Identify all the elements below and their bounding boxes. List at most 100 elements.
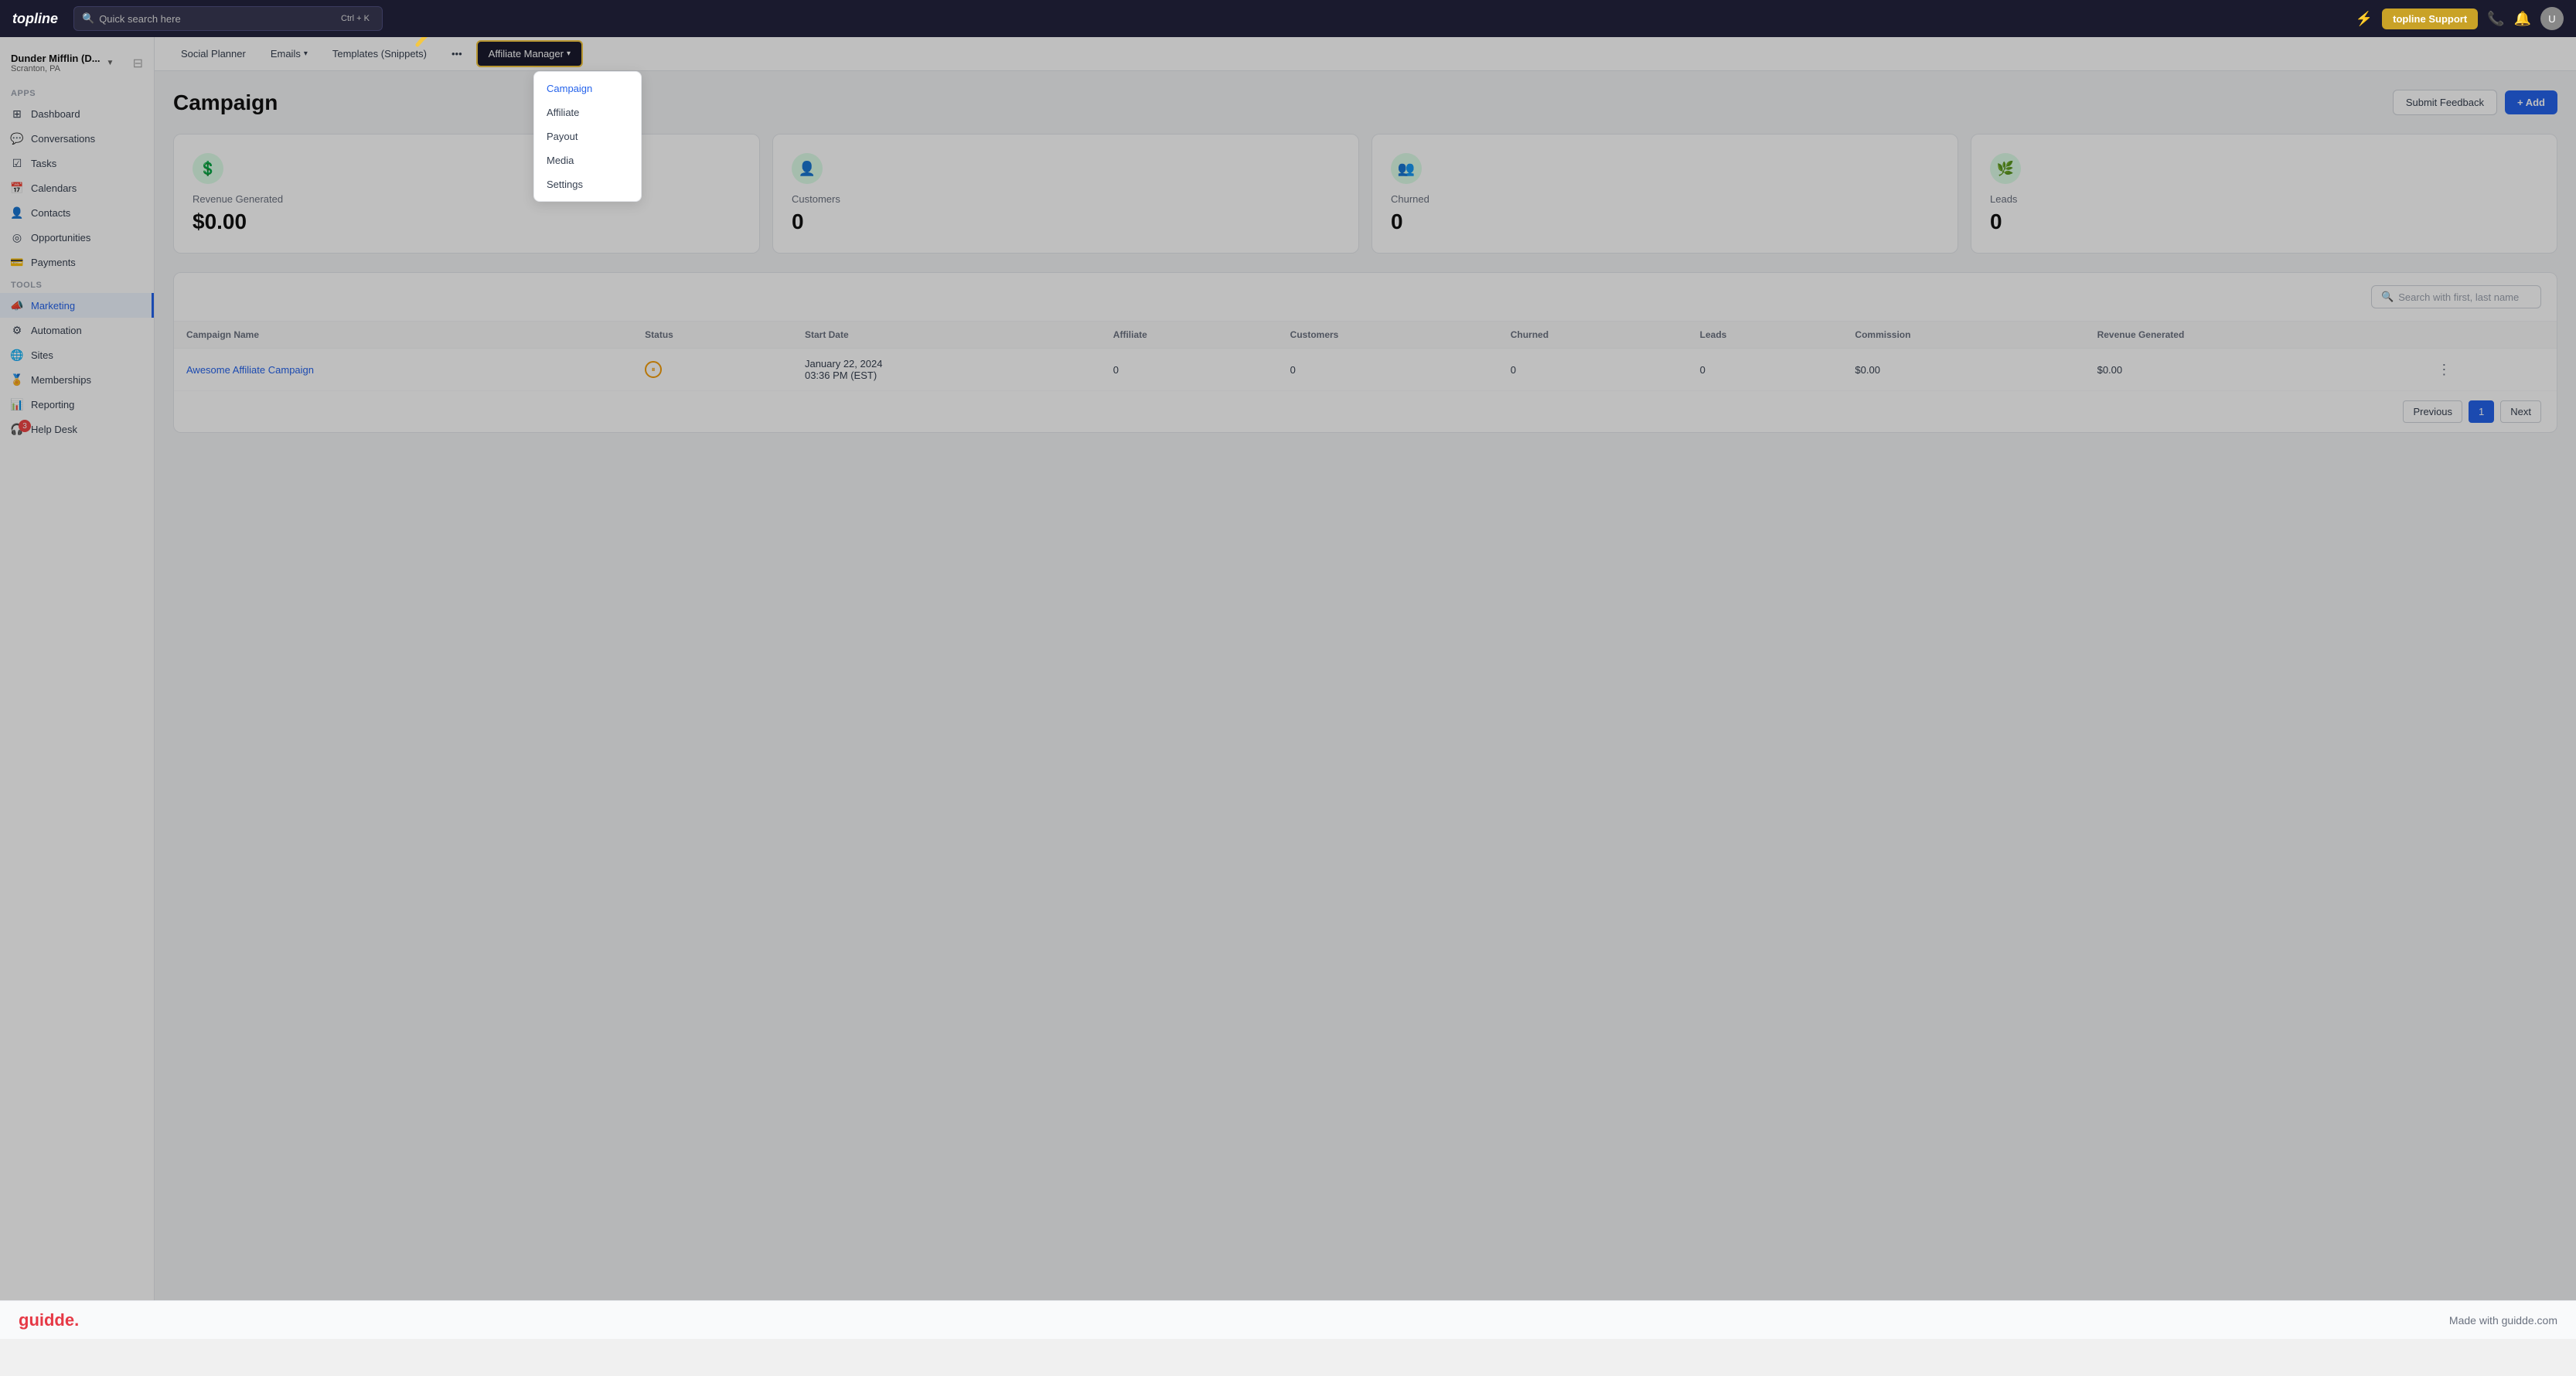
phone-icon[interactable]: 📞 [2487, 11, 2504, 27]
subnav-label: Affiliate Manager [489, 48, 564, 60]
affiliate-manager-chevron-icon: ▾ [567, 49, 571, 58]
status-cell: ⏸ [632, 349, 792, 391]
support-button[interactable]: topline Support [2382, 9, 2478, 29]
sidebar: Dunder Mifflin (D... Scranton, PA ▼ ⊟ Ap… [0, 37, 155, 1300]
campaign-name-link[interactable]: Awesome Affiliate Campaign [186, 364, 314, 376]
start-date-cell: January 22, 2024 03:36 PM (EST) [792, 349, 1101, 391]
submit-feedback-button[interactable]: Submit Feedback [2393, 90, 2497, 115]
revenue-cell: $0.00 [2085, 349, 2422, 391]
row-actions-button[interactable]: ⋮ [2434, 362, 2454, 378]
pagination: Previous 1 Next [174, 391, 2557, 432]
subnav-templates[interactable]: Templates (Snippets) [322, 42, 438, 66]
sidebar-item-marketing[interactable]: 📣 Marketing [0, 293, 154, 318]
churned-cell: 0 [1498, 349, 1688, 391]
tasks-icon: ☑ [11, 157, 23, 169]
notification-icon[interactable]: 🔔 [2514, 11, 2531, 27]
subnav-more-dots[interactable]: ••• [441, 42, 473, 66]
sidebar-item-conversations[interactable]: 💬 Conversations [0, 126, 154, 151]
dropdown-item-campaign[interactable]: Campaign [534, 77, 641, 100]
customers-cell: 0 [1278, 349, 1498, 391]
th-actions [2421, 322, 2557, 349]
leads-cell: 0 [1688, 349, 1843, 391]
payments-icon: 💳 [11, 256, 23, 268]
table-search[interactable]: 🔍 Search with first, last name [2371, 285, 2541, 308]
main-content: Social Planner Emails ▾ Templates (Snipp… [155, 37, 2576, 1300]
sidebar-item-label: Opportunities [31, 232, 90, 244]
sidebar-item-opportunities[interactable]: ◎ Opportunities [0, 225, 154, 250]
th-leads: Leads [1688, 322, 1843, 349]
sidebar-item-label: Automation [31, 325, 82, 336]
th-customers: Customers [1278, 322, 1498, 349]
sidebar-item-label: Help Desk [31, 424, 77, 435]
table-header-row: Campaign Name Status Start Date Affiliat… [174, 322, 2557, 349]
dropdown-item-settings[interactable]: Settings [534, 172, 641, 196]
sidebar-item-label: Sites [31, 349, 53, 361]
tools-section-label: Tools [0, 274, 154, 293]
sidebar-item-memberships[interactable]: 🏅 Memberships [0, 367, 154, 392]
subnav-emails[interactable]: Emails ▾ [260, 42, 319, 66]
next-button[interactable]: Next [2500, 400, 2541, 423]
campaign-table: Campaign Name Status Start Date Affiliat… [174, 322, 2557, 391]
sidebar-item-sites[interactable]: 🌐 Sites [0, 342, 154, 367]
leads-icon: 🌿 [1990, 153, 2021, 184]
th-commission: Commission [1842, 322, 2084, 349]
search-icon: 🔍 [82, 12, 94, 25]
dropdown-item-affiliate[interactable]: Affiliate [534, 100, 641, 124]
sidebar-item-helpdesk[interactable]: 🎧 Help Desk 3 [0, 417, 154, 441]
subnav-social-planner[interactable]: Social Planner [170, 42, 257, 66]
sub-navigation: Social Planner Emails ▾ Templates (Snipp… [155, 37, 2576, 71]
churned-icon: 👥 [1391, 153, 1422, 184]
table-toolbar: 🔍 Search with first, last name [174, 273, 2557, 322]
app-logo: topline [12, 11, 58, 27]
thunder-icon[interactable]: ⚡ [2356, 11, 2373, 27]
table-row: Awesome Affiliate Campaign ⏸ January 22,… [174, 349, 2557, 391]
sidebar-item-tasks[interactable]: ☑ Tasks [0, 151, 154, 175]
conversations-icon: 💬 [11, 132, 23, 145]
sidebar-item-label: Reporting [31, 399, 74, 410]
campaign-table-section: 🔍 Search with first, last name Campaign … [173, 272, 2557, 433]
sidebar-item-label: Payments [31, 257, 76, 268]
page-1-button[interactable]: 1 [2469, 400, 2494, 423]
stats-row: 💲 Revenue Generated $0.00 👤 Customers 0 … [173, 134, 2557, 254]
workspace-chevron-icon: ▼ [107, 59, 114, 67]
sidebar-item-label: Dashboard [31, 108, 80, 120]
sidebar-item-dashboard[interactable]: ⊞ Dashboard [0, 101, 154, 126]
top-navigation: topline 🔍 Quick search here Ctrl + K ⚡ t… [0, 0, 2576, 37]
subnav-affiliate-manager[interactable]: Affiliate Manager ▾ [476, 40, 583, 67]
dashboard-icon: ⊞ [11, 107, 23, 120]
memberships-icon: 🏅 [11, 373, 23, 386]
avatar[interactable]: U [2540, 7, 2564, 30]
search-placeholder: Search with first, last name [2398, 291, 2519, 303]
sidebar-item-label: Marketing [31, 300, 75, 312]
add-button[interactable]: + Add [2505, 90, 2557, 114]
stat-label-customers: Customers [792, 193, 1340, 205]
dropdown-item-media[interactable]: Media [534, 148, 641, 172]
date-primary: January 22, 2024 [805, 358, 1089, 370]
calendars-icon: 📅 [11, 182, 23, 194]
stat-value-customers: 0 [792, 209, 1340, 234]
sites-icon: 🌐 [11, 349, 23, 361]
sidebar-item-calendars[interactable]: 📅 Calendars [0, 175, 154, 200]
sidebar-item-reporting[interactable]: 📊 Reporting [0, 392, 154, 417]
sidebar-collapse-button[interactable]: ⊟ [133, 56, 143, 71]
emails-chevron-icon: ▾ [304, 49, 308, 58]
sidebar-item-label: Memberships [31, 374, 91, 386]
workspace-selector[interactable]: Dunder Mifflin (D... Scranton, PA ▼ ⊟ [0, 49, 154, 83]
search-icon: 🔍 [2381, 291, 2394, 303]
sidebar-item-automation[interactable]: ⚙ Automation [0, 318, 154, 342]
search-bar[interactable]: 🔍 Quick search here Ctrl + K [73, 6, 383, 31]
sidebar-item-contacts[interactable]: 👤 Contacts [0, 200, 154, 225]
stat-value-leads: 0 [1990, 209, 2538, 234]
footer-credit: Made with guidde.com [2449, 1314, 2557, 1327]
revenue-icon: 💲 [193, 153, 223, 184]
stat-card-churned: 👥 Churned 0 [1371, 134, 1958, 254]
reporting-icon: 📊 [11, 398, 23, 410]
guidde-logo: guidde. [19, 1310, 79, 1330]
dropdown-item-payout[interactable]: Payout [534, 124, 641, 148]
sidebar-item-label: Tasks [31, 158, 56, 169]
previous-button[interactable]: Previous [2403, 400, 2462, 423]
marketing-icon: 📣 [11, 299, 23, 312]
keyboard-shortcut: Ctrl + K [336, 12, 374, 25]
sidebar-item-payments[interactable]: 💳 Payments [0, 250, 154, 274]
stat-label-leads: Leads [1990, 193, 2538, 205]
